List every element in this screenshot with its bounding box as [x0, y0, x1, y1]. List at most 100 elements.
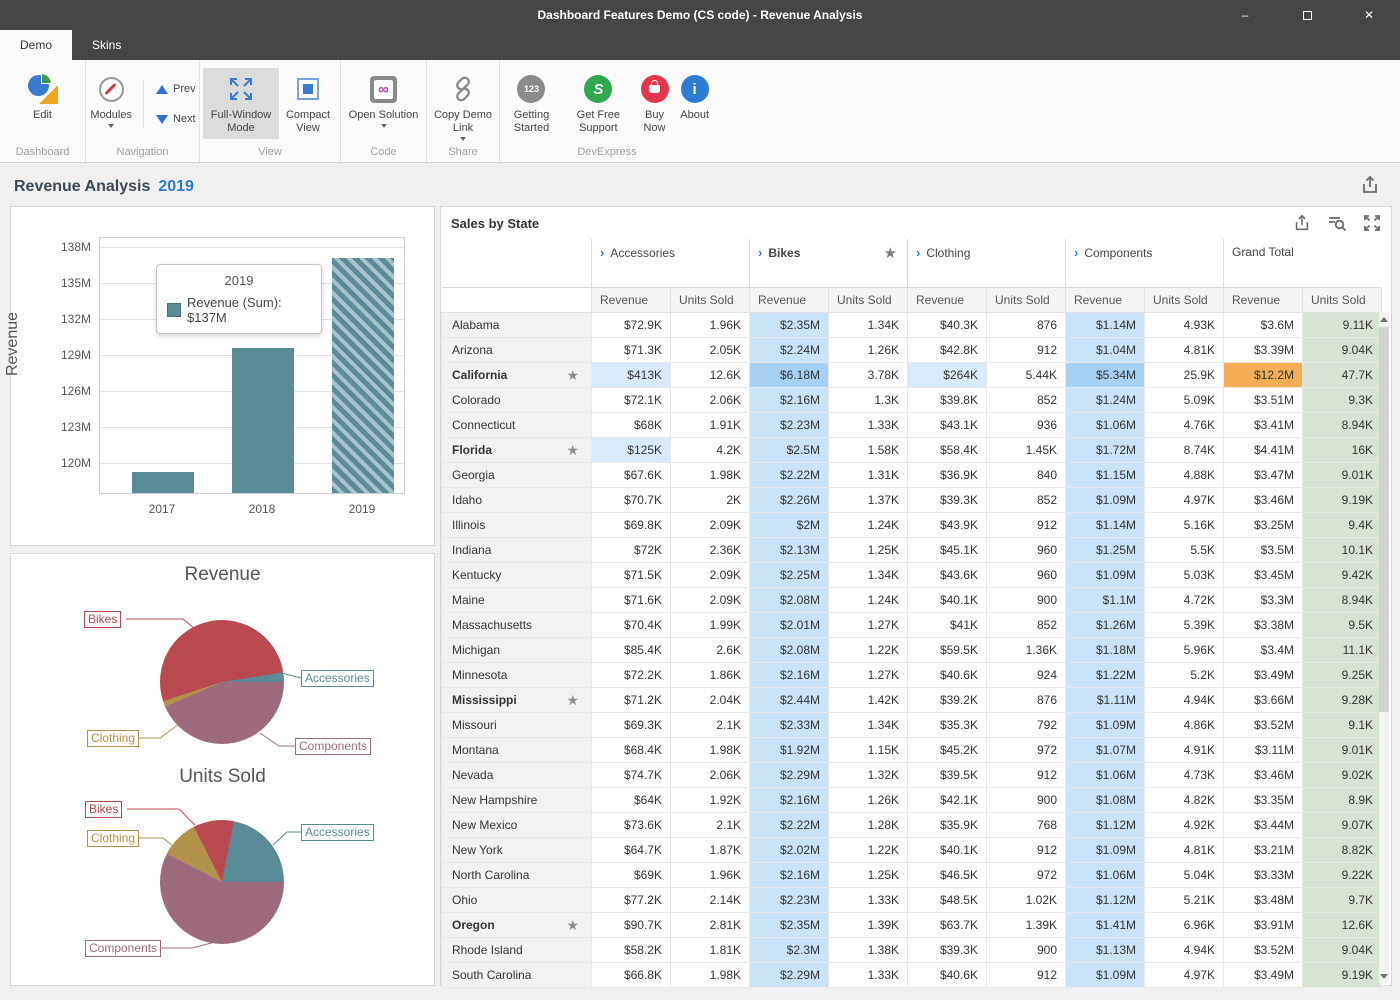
- data-cell[interactable]: $3.91M: [1224, 912, 1303, 937]
- data-cell[interactable]: 852: [987, 387, 1066, 412]
- data-cell[interactable]: 9.28K: [1303, 687, 1382, 712]
- data-cell[interactable]: $1.25M: [1066, 537, 1145, 562]
- data-cell[interactable]: 5.96K: [1145, 637, 1224, 662]
- data-cell[interactable]: 2.05K: [671, 337, 750, 362]
- data-cell[interactable]: $71.5K: [592, 562, 671, 587]
- data-cell[interactable]: 1.38K: [829, 937, 908, 962]
- data-cell[interactable]: 2K: [671, 487, 750, 512]
- data-cell[interactable]: $39.3K: [908, 937, 987, 962]
- data-cell[interactable]: 936: [987, 412, 1066, 437]
- data-cell[interactable]: 2.14K: [671, 887, 750, 912]
- data-cell[interactable]: $1.13M: [1066, 937, 1145, 962]
- data-cell[interactable]: 1.3K: [829, 387, 908, 412]
- data-cell[interactable]: $2.16M: [750, 662, 829, 687]
- data-cell[interactable]: $1.41M: [1066, 912, 1145, 937]
- data-cell[interactable]: 4.86K: [1145, 712, 1224, 737]
- state-cell[interactable]: Georgia: [442, 462, 592, 487]
- vertical-scrollbar[interactable]: [1379, 312, 1389, 983]
- tab-demo[interactable]: Demo: [0, 30, 72, 60]
- data-cell[interactable]: $43.1K: [908, 412, 987, 437]
- tab-skins[interactable]: Skins: [72, 30, 141, 60]
- data-cell[interactable]: $43.9K: [908, 512, 987, 537]
- data-cell[interactable]: $264K: [908, 362, 987, 387]
- data-cell[interactable]: $1.15M: [1066, 462, 1145, 487]
- data-cell[interactable]: $2.26M: [750, 487, 829, 512]
- data-cell[interactable]: $2.16M: [750, 862, 829, 887]
- table-row[interactable]: New York$64.7K1.87K$2.02M1.22K$40.1K912$…: [442, 837, 1382, 862]
- data-cell[interactable]: 1.96K: [671, 862, 750, 887]
- state-cell[interactable]: Maine: [442, 587, 592, 612]
- data-cell[interactable]: 1.98K: [671, 737, 750, 762]
- data-cell[interactable]: $1.12M: [1066, 887, 1145, 912]
- data-cell[interactable]: $2.22M: [750, 462, 829, 487]
- data-cell[interactable]: $2.29M: [750, 762, 829, 787]
- state-cell[interactable]: New York: [442, 837, 592, 862]
- data-cell[interactable]: 5.16K: [1145, 512, 1224, 537]
- state-cell[interactable]: New Hampshire: [442, 787, 592, 812]
- data-cell[interactable]: 2.6K: [671, 637, 750, 662]
- data-cell[interactable]: $64.7K: [592, 837, 671, 862]
- table-row[interactable]: New Mexico$73.6K2.1K$2.22M1.28K$35.9K768…: [442, 812, 1382, 837]
- data-cell[interactable]: $2.3M: [750, 937, 829, 962]
- data-cell[interactable]: $1.1M: [1066, 587, 1145, 612]
- data-cell[interactable]: 900: [987, 587, 1066, 612]
- data-cell[interactable]: 16K: [1303, 437, 1382, 462]
- data-cell[interactable]: $1.11M: [1066, 687, 1145, 712]
- column-header[interactable]: Revenue: [592, 287, 671, 312]
- data-cell[interactable]: 1.39K: [987, 912, 1066, 937]
- data-cell[interactable]: $1.72M: [1066, 437, 1145, 462]
- data-cell[interactable]: 792: [987, 712, 1066, 737]
- table-row[interactable]: Kentucky$71.5K2.09K$2.25M1.34K$43.6K960$…: [442, 562, 1382, 587]
- data-cell[interactable]: 1.31K: [829, 462, 908, 487]
- data-cell[interactable]: $40.6K: [908, 662, 987, 687]
- data-cell[interactable]: $2.22M: [750, 812, 829, 837]
- pie-label-clothing[interactable]: Clothing: [87, 830, 139, 847]
- expand-chevron-icon[interactable]: ›: [916, 245, 920, 260]
- table-row[interactable]: North Carolina$69K1.96K$2.16M1.25K$46.5K…: [442, 862, 1382, 887]
- maximize-icon[interactable]: [1363, 214, 1381, 232]
- data-cell[interactable]: 5.21K: [1145, 887, 1224, 912]
- data-cell[interactable]: $2.16M: [750, 387, 829, 412]
- expand-chevron-icon[interactable]: ›: [758, 245, 762, 260]
- about-button[interactable]: i About: [675, 68, 714, 126]
- data-cell[interactable]: $2.01M: [750, 612, 829, 637]
- data-cell[interactable]: 5.04K: [1145, 862, 1224, 887]
- data-cell[interactable]: $68.4K: [592, 737, 671, 762]
- data-cell[interactable]: 9.3K: [1303, 387, 1382, 412]
- data-cell[interactable]: $73.6K: [592, 812, 671, 837]
- data-cell[interactable]: $2.33M: [750, 712, 829, 737]
- data-cell[interactable]: $1.09M: [1066, 962, 1145, 987]
- data-cell[interactable]: $39.5K: [908, 762, 987, 787]
- expand-chevron-icon[interactable]: ›: [600, 245, 604, 260]
- data-cell[interactable]: 1.33K: [829, 887, 908, 912]
- data-cell[interactable]: 1.33K: [829, 412, 908, 437]
- data-cell[interactable]: $70.7K: [592, 487, 671, 512]
- column-group-clothing[interactable]: ›Clothing: [908, 239, 1066, 287]
- data-cell[interactable]: $1.07M: [1066, 737, 1145, 762]
- data-cell[interactable]: $3.52M: [1224, 712, 1303, 737]
- data-cell[interactable]: $2.16M: [750, 787, 829, 812]
- data-cell[interactable]: 1.22K: [829, 837, 908, 862]
- table-row[interactable]: Connecticut$68K1.91K$2.23M1.33K$43.1K936…: [442, 412, 1382, 437]
- data-cell[interactable]: $1.09M: [1066, 562, 1145, 587]
- state-cell[interactable]: Arizona: [442, 337, 592, 362]
- table-row[interactable]: Montana$68.4K1.98K$1.92M1.15K$45.2K972$1…: [442, 737, 1382, 762]
- export-icon[interactable]: [1293, 214, 1311, 232]
- state-cell[interactable]: Rhode Island: [442, 937, 592, 962]
- data-cell[interactable]: $69K: [592, 862, 671, 887]
- column-header[interactable]: Units Sold: [1145, 287, 1224, 312]
- data-cell[interactable]: $58.2K: [592, 937, 671, 962]
- data-cell[interactable]: $2.23M: [750, 412, 829, 437]
- table-row[interactable]: Ohio$77.2K2.14K$2.23M1.33K$48.5K1.02K$1.…: [442, 887, 1382, 912]
- data-cell[interactable]: $42.8K: [908, 337, 987, 362]
- table-row[interactable]: Massachusetts$70.4K1.99K$2.01M1.27K$41K8…: [442, 612, 1382, 637]
- data-cell[interactable]: 4.88K: [1145, 462, 1224, 487]
- state-cell[interactable]: Connecticut: [442, 412, 592, 437]
- data-cell[interactable]: 1.26K: [829, 337, 908, 362]
- data-cell[interactable]: 1.02K: [987, 887, 1066, 912]
- data-cell[interactable]: $12.2M: [1224, 362, 1303, 387]
- data-cell[interactable]: 852: [987, 612, 1066, 637]
- state-cell[interactable]: Illinois: [442, 512, 592, 537]
- data-cell[interactable]: 900: [987, 787, 1066, 812]
- data-cell[interactable]: 4.92K: [1145, 812, 1224, 837]
